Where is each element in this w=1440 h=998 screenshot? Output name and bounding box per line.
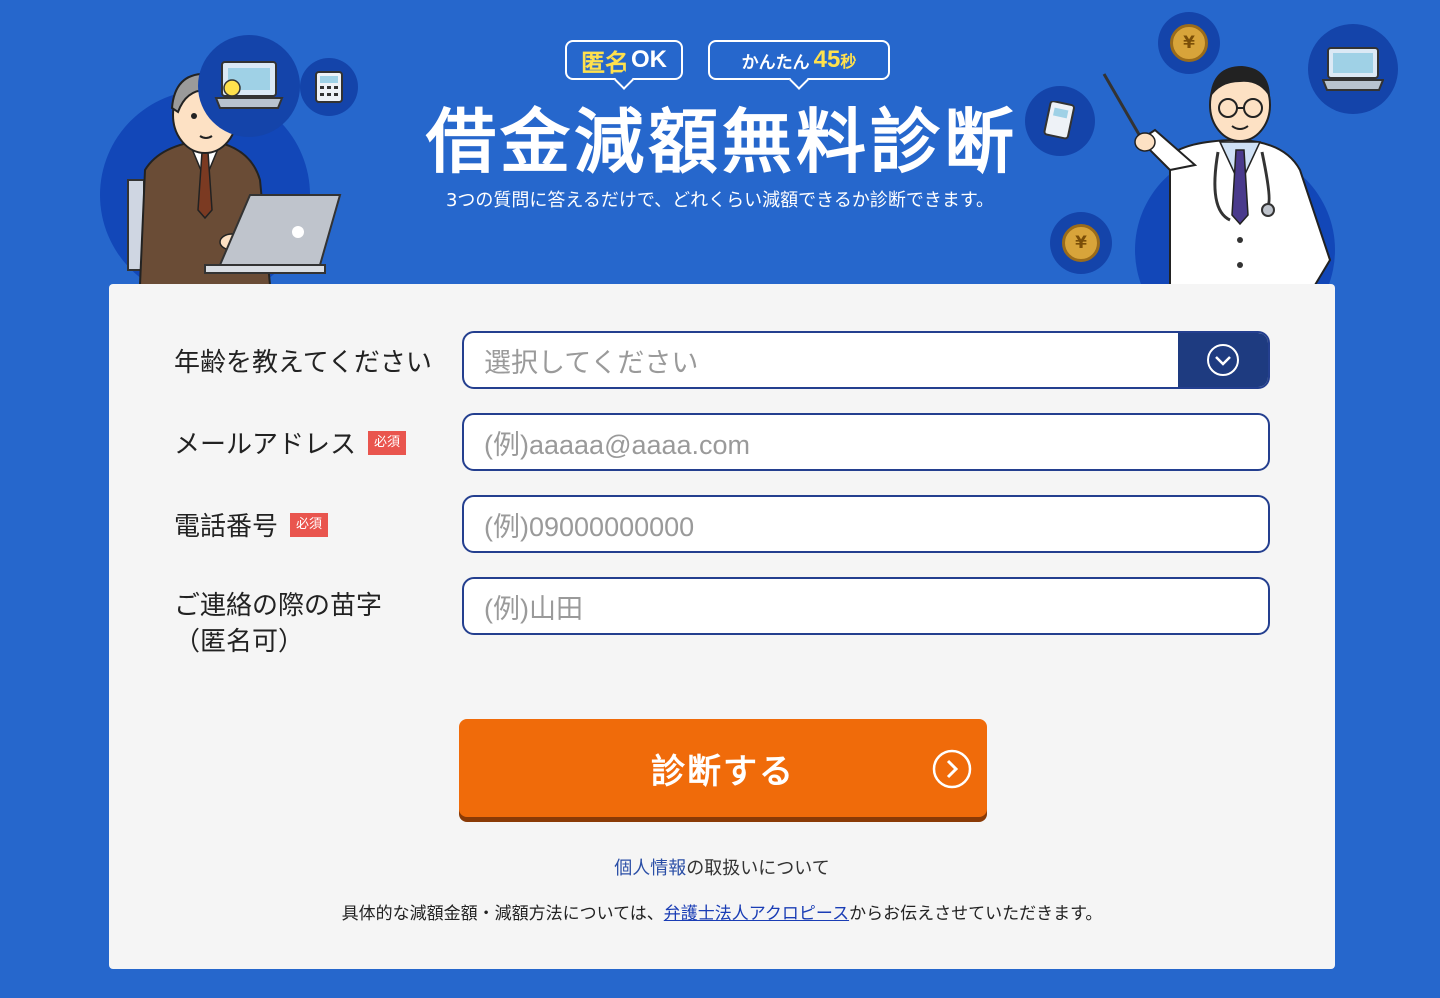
easy-badge-number: 45 xyxy=(813,46,841,73)
privacy-notice-text: の取扱いについて xyxy=(686,858,830,879)
disclaimer-text-after: からお伝えさせていただきます。 xyxy=(849,904,1103,924)
surname-label-note: （匿名可） xyxy=(174,627,305,657)
chevron-down-icon xyxy=(1207,344,1239,376)
diagnosis-form-card: 年齢を教えてください 選択してください メールアドレス 必須 (例)aaaaa@… xyxy=(109,284,1335,969)
laptop-icon xyxy=(214,61,284,109)
disclaimer-text-before: 具体的な減額金額・減額方法については、 xyxy=(341,904,664,924)
calculator-icon xyxy=(315,71,343,103)
doctor-illustration xyxy=(1102,66,1332,285)
coin-icon: ¥ xyxy=(1170,24,1208,62)
phone-field[interactable]: (例)09000000000 xyxy=(462,495,1270,553)
easy-badge-prefix: かんたん xyxy=(741,52,810,73)
easy-badge-unit: 秒 xyxy=(840,52,857,71)
laptop-icon-circle xyxy=(198,35,300,137)
age-select-value: 選択してください xyxy=(484,347,699,378)
document-icon-circle xyxy=(1025,86,1095,156)
law-firm-link[interactable]: 弁護士法人アクロピース xyxy=(664,904,849,924)
required-badge: 必須 xyxy=(368,430,407,455)
age-label-row: 年齢を教えてください xyxy=(174,342,432,379)
diagnose-submit-button[interactable]: 診断する xyxy=(459,719,987,817)
anonymous-badge-text: 匿名 xyxy=(581,48,629,77)
phone-label: 電話番号 xyxy=(174,512,279,542)
age-select[interactable]: 選択してください xyxy=(462,331,1270,389)
anonymous-ok-badge: 匿名 OK xyxy=(565,40,683,80)
privacy-notice: 個人情報の取扱いについて xyxy=(109,854,1335,880)
disclaimer-note: 具体的な減額金額・減額方法については、弁護士法人アクロピースからお伝えさせていた… xyxy=(109,899,1335,924)
submit-button-label: 診断する xyxy=(651,751,795,792)
phone-label-row: 電話番号 必須 xyxy=(174,506,329,543)
email-label-row: メールアドレス 必須 xyxy=(174,424,407,461)
easy-45sec-badge: かんたん 45 秒 xyxy=(708,40,890,80)
required-badge: 必須 xyxy=(290,512,329,537)
hero-banner: 匿名 OK かんたん 45 秒 借金減額無料診断 3つの質問に答えるだけで、どれくらい… xyxy=(0,0,1440,350)
surname-label-row: ご連絡の際の苗字 （匿名可） xyxy=(174,588,382,660)
document-icon xyxy=(1043,101,1075,140)
chevron-right-icon xyxy=(932,749,972,789)
ok-badge-text: OK xyxy=(631,46,667,73)
calculator-icon-circle xyxy=(300,58,358,116)
email-field[interactable]: (例)aaaaa@aaaa.com xyxy=(462,413,1270,471)
page-title: 借金減額無料診断 xyxy=(426,101,1018,183)
email-label: メールアドレス xyxy=(174,430,357,460)
surname-label: ご連絡の際の苗字 xyxy=(174,591,383,621)
privacy-policy-link[interactable]: 個人情報 xyxy=(614,858,686,879)
age-select-toggle[interactable] xyxy=(1178,333,1268,387)
coin-icon: ¥ xyxy=(1062,224,1100,262)
surname-field[interactable]: (例)山田 xyxy=(462,577,1270,635)
age-label: 年齢を教えてください xyxy=(174,348,432,378)
